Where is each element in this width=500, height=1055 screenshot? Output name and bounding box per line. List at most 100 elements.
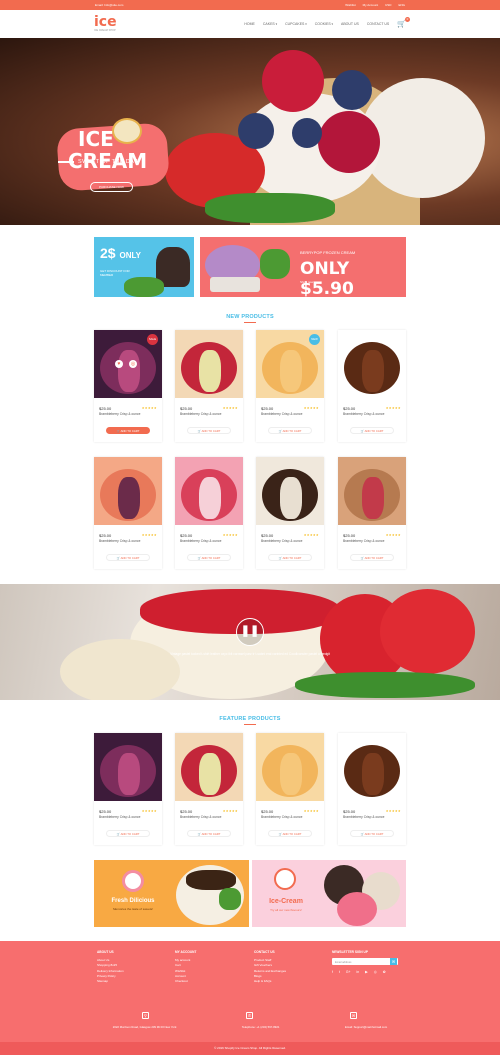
product-card[interactable]: $25.00 ★★★★★ Brambleberry Crisp & ounce 🛒 A… <box>94 733 162 845</box>
wishlist-link[interactable]: Wishlist <box>345 3 355 7</box>
product-rating-stars: ★★★★★ <box>141 809 157 813</box>
hero-slider[interactable]: ICE CREAM SWEET OF THE DAY PURCHASE NOW <box>0 38 500 225</box>
product-name[interactable]: Brambleberry Crisp & ounce <box>99 412 140 416</box>
logo-mark: ice <box>94 14 117 30</box>
nav-cookies[interactable]: COOKIES <box>315 22 333 26</box>
add-to-cart-button[interactable]: 🛒 ADD TO CART <box>268 427 312 434</box>
wishlist-heart-icon[interactable]: ♥ <box>115 360 123 368</box>
language-select[interactable]: ENG <box>398 3 405 7</box>
product-image[interactable] <box>256 733 324 801</box>
promo-banner-berrypop[interactable]: BERRYPOP FROZEN CREAM ONLY $5.90 Shop no… <box>200 237 406 299</box>
add-to-cart-button[interactable]: 🛒 ADD TO CART <box>187 427 231 434</box>
newsletter-email-input[interactable]: Email address <box>332 958 398 966</box>
cart-icon[interactable]: 🛒 0 <box>397 17 410 28</box>
pause-icon[interactable]: ❚❚ <box>236 618 264 646</box>
twitter-icon[interactable]: t <box>339 970 340 975</box>
phone-icon: ✆ <box>246 1012 253 1019</box>
nav-contact[interactable]: CONTACT US <box>367 22 389 26</box>
product-card[interactable]: $25.00 ★★★★★ Brambleberry Crisp & ounce 🛒 A… <box>175 733 243 845</box>
add-to-cart-button[interactable]: 🛒 ADD TO CART <box>106 554 150 561</box>
product-name[interactable]: Brambleberry Crisp & ounce <box>99 539 140 543</box>
product-name[interactable]: Brambleberry Crisp & ounce <box>180 539 221 543</box>
product-card[interactable]: $25.00 ★★★★★ Brambleberry Crisp & ounce 🛒 A… <box>338 330 406 442</box>
instagram-icon[interactable]: ◎ <box>374 970 377 975</box>
promo-banner-discount[interactable]: 2$ ONLY GET DISCOUNT FOR MEMBER <box>94 237 194 297</box>
add-to-cart-button[interactable]: 🛒 ADD TO CART <box>268 830 312 837</box>
fresh-dilicious-title: Fresh Dilicious <box>111 898 155 904</box>
ice-cream-scoop-image <box>199 753 221 795</box>
product-card[interactable]: $25.00 ★★★★★ Brambleberry Crisp & ounce 🛒 A… <box>94 457 162 569</box>
nav-home[interactable]: HOME <box>244 22 255 26</box>
footer-link[interactable]: Help & FAQs <box>254 979 286 984</box>
nav-cupcakes[interactable]: CUPCAKES <box>285 22 307 26</box>
mint-leaves-image <box>295 672 475 698</box>
quick-view-icon[interactable]: ◎ <box>129 360 137 368</box>
linkedin-icon[interactable]: in <box>357 970 360 975</box>
product-card[interactable]: $25.00 ★★★★★ Brambleberry Crisp & ounce 🛒 A… <box>175 330 243 442</box>
ice-cream-banner-title: Ice-Cream <box>269 898 303 905</box>
my-account-link[interactable]: My Account <box>363 3 379 7</box>
topbar-email: Email: Info@site.com <box>95 3 124 7</box>
product-name[interactable]: Brambleberry Crisp & ounce <box>261 815 302 819</box>
footer-link[interactable]: Sitemap <box>97 979 124 984</box>
add-to-cart-button[interactable]: 🛒 ADD TO CART <box>268 554 312 561</box>
product-card[interactable]: $25.00 ★★★★★ Brambleberry Crisp & ounce 🛒 A… <box>338 733 406 845</box>
product-name[interactable]: Brambleberry Crisp & ounce <box>261 412 302 416</box>
add-to-cart-button[interactable]: 🛒 ADD TO CART <box>106 427 150 434</box>
logo[interactable]: ice ICE CREAM SHOP <box>94 14 117 32</box>
product-name[interactable]: Brambleberry Crisp & ounce <box>343 815 384 819</box>
product-image[interactable] <box>175 733 243 801</box>
google-plus-icon[interactable]: G+ <box>346 970 351 975</box>
promo2-shop-now-link[interactable]: Shop now » <box>300 280 316 284</box>
ice-cream-scoop-image <box>362 350 384 392</box>
add-to-cart-button[interactable]: 🛒 ADD TO CART <box>106 830 150 837</box>
product-price: $25.00 <box>343 809 356 814</box>
ice-cream-banner[interactable]: Ice-Cream Try all our new flavours! <box>252 860 406 927</box>
product-image[interactable] <box>338 733 406 801</box>
product-image[interactable] <box>338 457 406 525</box>
footer-link[interactable]: Checkout <box>175 979 196 984</box>
product-image[interactable] <box>94 457 162 525</box>
product-image[interactable] <box>94 733 162 801</box>
product-image[interactable] <box>175 457 243 525</box>
product-price: $25.00 <box>99 406 112 411</box>
purchase-now-button[interactable]: PURCHASE NOW <box>90 182 133 192</box>
product-image[interactable] <box>175 330 243 398</box>
product-name[interactable]: Brambleberry Crisp & ounce <box>261 539 302 543</box>
add-to-cart-button[interactable]: 🛒 ADD TO CART <box>187 554 231 561</box>
product-name[interactable]: Brambleberry Crisp & ounce <box>99 815 140 819</box>
product-card[interactable]: SALE ♥ ◎ $25.00 ★★★★★ Brambleberry Crisp & ou… <box>94 330 162 442</box>
facebook-icon[interactable]: f <box>332 970 333 975</box>
newsletter-title: NEWSLETTER SIGN UP <box>332 950 368 954</box>
video-banner[interactable]: ❚❚ Vintage pastel tucked t-shirt leather… <box>0 584 500 700</box>
product-image[interactable] <box>338 330 406 398</box>
product-card[interactable]: $25.00 ★★★★★ Brambleberry Crisp & ounce 🛒 A… <box>338 457 406 569</box>
product-name[interactable]: Brambleberry Crisp & ounce <box>180 412 221 416</box>
currency-select[interactable]: USD <box>385 3 391 7</box>
location-icon: ⚲ <box>142 1012 149 1019</box>
fresh-dilicious-banner[interactable]: Fresh Dilicious Memories the taste of sw… <box>94 860 249 927</box>
product-name[interactable]: Brambleberry Crisp & ounce <box>180 815 221 819</box>
ice-cream-scoop-image <box>280 753 302 795</box>
add-to-cart-button[interactable]: 🛒 ADD TO CART <box>187 830 231 837</box>
product-card[interactable]: NEW $25.00 ★★★★★ Brambleberry Crisp & ounce… <box>256 330 324 442</box>
add-to-cart-button[interactable]: 🛒 ADD TO CART <box>350 830 394 837</box>
feature-products-title: FEATURE PRODUCTS <box>0 716 500 725</box>
ice-cream-scoop-image <box>118 477 140 519</box>
product-name[interactable]: Brambleberry Crisp & ounce <box>343 412 384 416</box>
product-card[interactable]: $25.00 ★★★★★ Brambleberry Crisp & ounce 🛒 A… <box>256 733 324 845</box>
nav-cakes[interactable]: CAKES <box>263 22 277 26</box>
add-to-cart-button[interactable]: 🛒 ADD TO CART <box>350 427 394 434</box>
add-to-cart-button[interactable]: 🛒 ADD TO CART <box>350 554 394 561</box>
ice-cream-scoop-image <box>118 350 140 392</box>
pinterest-icon[interactable]: ✿ <box>383 970 386 975</box>
product-price: $25.00 <box>343 533 356 538</box>
product-card[interactable]: $25.00 ★★★★★ Brambleberry Crisp & ounce 🛒 A… <box>256 457 324 569</box>
fresh-dilicious-text: Memories the taste of sweets! <box>113 907 153 911</box>
nav-about[interactable]: ABOUT US <box>341 22 359 26</box>
product-image[interactable] <box>256 457 324 525</box>
youtube-icon[interactable]: ▶ <box>365 970 368 975</box>
product-card[interactable]: $25.00 ★★★★★ Brambleberry Crisp & ounce 🛒 A… <box>175 457 243 569</box>
product-name[interactable]: Brambleberry Crisp & ounce <box>343 539 384 543</box>
product-price: $25.00 <box>99 809 112 814</box>
